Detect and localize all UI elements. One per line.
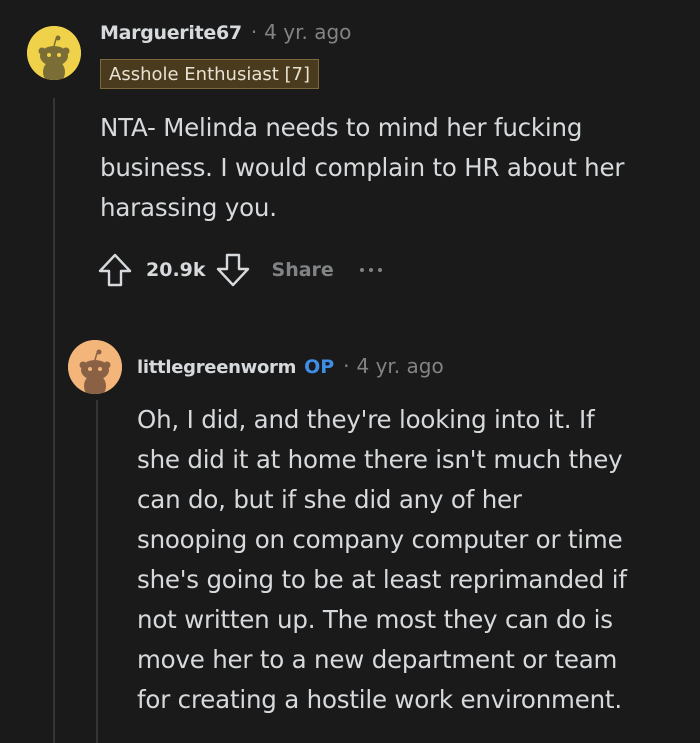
- op-badge: OP: [304, 356, 335, 378]
- username-link[interactable]: Marguerite67: [100, 22, 242, 44]
- user-flair: Asshole Enthusiast [7]: [100, 59, 320, 89]
- comment-meta: Marguerite67 · 4 yr. ago: [100, 20, 351, 44]
- avatar[interactable]: [27, 26, 81, 80]
- reply-timestamp[interactable]: 4 yr. ago: [357, 354, 444, 378]
- separator-dot: ·: [250, 20, 258, 44]
- reply-username-link[interactable]: littlegreenworm: [137, 357, 296, 378]
- reply-meta: littlegreenworm OP · 4 yr. ago: [137, 354, 444, 378]
- snoo-avatar-icon: [27, 26, 81, 80]
- thread-line-reply[interactable]: [96, 400, 98, 743]
- arrow-down-icon[interactable]: [214, 251, 252, 289]
- snoo-avatar-icon: [68, 340, 122, 394]
- vote-count: 20.9k: [146, 259, 206, 281]
- comment-body: NTA- Melinda needs to mind her fucking b…: [100, 113, 625, 222]
- thread-line-main[interactable]: [53, 98, 55, 743]
- timestamp[interactable]: 4 yr. ago: [264, 20, 351, 44]
- comment-actions: 20.9k Share: [96, 250, 382, 290]
- share-button[interactable]: Share: [272, 259, 334, 281]
- reply-body: Oh, I did, and they're looking into it. …: [137, 405, 627, 714]
- ellipsis-icon[interactable]: [359, 268, 382, 272]
- arrow-up-icon[interactable]: [96, 251, 134, 289]
- reply-avatar[interactable]: [68, 340, 122, 394]
- separator-dot: ·: [343, 354, 350, 378]
